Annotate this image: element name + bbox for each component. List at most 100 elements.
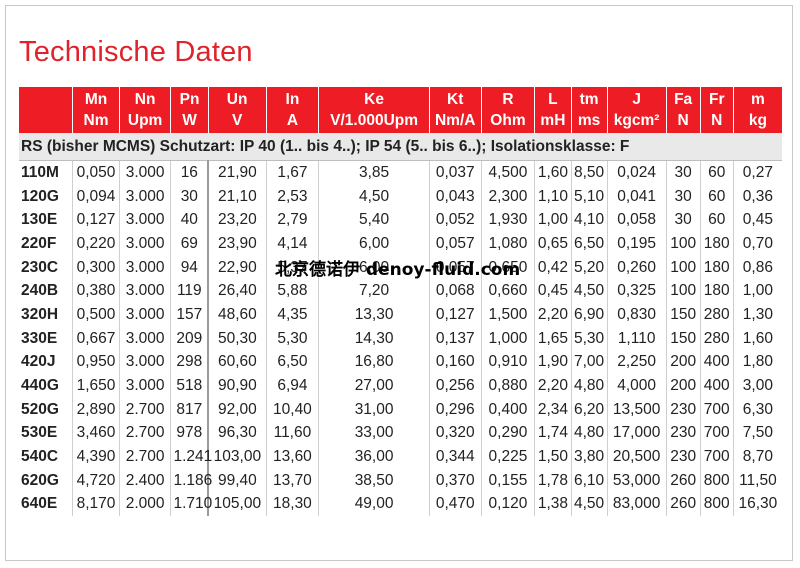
table-cell: 1,080	[480, 232, 535, 256]
table-cell: 21,90	[207, 160, 267, 185]
table-cell: 150	[665, 303, 701, 327]
table-cell: 6,94	[265, 374, 319, 398]
table-cell: 1.186	[170, 468, 212, 493]
table-cell: 0,050	[72, 160, 120, 185]
model-cell: 530E	[21, 424, 58, 442]
table-cell: 10,40	[265, 397, 319, 422]
table-cell: 230	[665, 445, 701, 469]
table-cell: 180	[699, 232, 734, 256]
table-cell: 20,500	[606, 445, 667, 469]
table-cell: 1,90	[534, 350, 571, 375]
table-cell: 0,950	[72, 350, 120, 375]
table-cell: 0,325	[606, 279, 667, 304]
model-cell: 230C	[21, 258, 59, 276]
column-header: Ke V/1.000Upm	[318, 87, 430, 133]
table-cell: 30	[170, 184, 209, 209]
table-cell: 4,50	[318, 184, 430, 209]
table-cell: 6,50	[265, 350, 319, 375]
table-cell: 105,00	[207, 492, 267, 517]
table-cell: 60	[699, 208, 734, 233]
table-header-row: Mn Nm Nn Upm Pn W Un V In A Ke V/1.000Upm Kt Nm/A R Ohm…	[19, 87, 782, 133]
table-cell: 0,500	[72, 303, 120, 327]
table-cell: 0,043	[428, 184, 482, 209]
table-cell: 4,14	[265, 232, 319, 256]
table-cell: 0,830	[606, 303, 667, 327]
table-cell: 53,000	[606, 468, 667, 493]
table-cell: 0,36	[732, 184, 782, 209]
table-row: 240B 0,380 3.000 119 26,40 5,88 7,20 0,068 0,660…	[19, 279, 782, 304]
table-cell: 0,137	[428, 326, 482, 351]
table-cell: 2.000	[118, 492, 171, 517]
table-row: 420J 0,950 3.000 298 60,60 6,50 16,80 0,160 0,91…	[19, 350, 782, 375]
table-cell: 3.000	[118, 326, 171, 351]
column-header: Pn W	[170, 87, 209, 133]
table-cell: 30	[665, 208, 701, 233]
column-header: tm ms	[570, 87, 608, 133]
table-cell: 3.000	[118, 208, 171, 233]
model-cell: 240B	[21, 282, 59, 300]
table-cell: 280	[699, 303, 734, 327]
column-name: Mn	[84, 91, 108, 108]
table-cell: 0,45	[732, 208, 782, 233]
table-cell: 260	[665, 468, 701, 493]
table-cell: 800	[699, 468, 734, 493]
table-cell: 1,00	[534, 208, 571, 233]
table-row: 320H 0,500 3.000 157 48,60 4,35 13,30 0,127 1,50…	[19, 303, 782, 327]
table-cell: 2,20	[534, 374, 571, 398]
table-cell: 30	[665, 184, 701, 209]
column-unit: Upm	[127, 112, 163, 129]
table-cell: 100	[665, 279, 701, 304]
table-cell: 6,90	[570, 303, 608, 327]
table-cell: 13,30	[318, 303, 430, 327]
table-cell: 13,500	[606, 397, 667, 422]
column-unit: V	[231, 112, 243, 129]
column-name: In	[285, 91, 300, 108]
table-cell: 23,20	[207, 208, 267, 233]
column-unit: kgcm²	[613, 112, 660, 129]
table-cell: 0,470	[428, 492, 482, 517]
column-unit: ms	[577, 112, 601, 129]
model-cell: 540C	[21, 448, 59, 466]
table-cell: 6,00	[318, 232, 430, 256]
table-cell: 0,65	[534, 232, 571, 256]
table-cell: 1,00	[732, 279, 782, 304]
model-cell: 620G	[21, 471, 59, 489]
model-cell: 440G	[21, 377, 59, 395]
column-name: Ke	[364, 91, 384, 108]
table-row: 130E 0,127 3.000 40 23,20 2,79 5,40 0,052 1,930 1…	[19, 208, 782, 233]
table-cell: 30	[665, 160, 701, 185]
column-header: Nn Upm	[118, 87, 171, 133]
table-cell: 180	[699, 255, 734, 280]
table-cell: 0,058	[606, 208, 667, 233]
table-cell: 22,90	[207, 255, 267, 280]
table-row: 220F 0,220 3.000 69 23,90 4,14 6,00 0,057 1,080 0…	[19, 232, 782, 256]
table-cell: 4,50	[570, 492, 608, 517]
table-cell: 4,50	[570, 279, 608, 304]
table-cell: 50,30	[207, 326, 267, 351]
table-cell: 1,74	[534, 421, 571, 446]
table-cell: 0,225	[480, 445, 535, 469]
table-cell: 298	[170, 350, 209, 375]
table-cell: 16,80	[318, 350, 430, 375]
table-cell: 2.700	[118, 397, 171, 422]
column-header: Fr N	[699, 87, 734, 133]
model-cell: 330E	[21, 329, 58, 347]
table-cell: 5,10	[570, 184, 608, 209]
table-cell: 1,650	[72, 374, 120, 398]
table-cell: 3.000	[118, 279, 171, 304]
table-cell: 48,60	[207, 303, 267, 327]
table-cell: 4,500	[480, 160, 535, 185]
table-cell: 38,50	[318, 468, 430, 493]
table-cell: 3,85	[318, 160, 430, 185]
table-cell: 3,00	[732, 374, 782, 398]
column-name: L	[548, 91, 558, 108]
table-cell: 3.000	[118, 160, 171, 185]
model-cell: 420J	[21, 353, 56, 371]
table-cell: 0,220	[72, 232, 120, 256]
group-description: Schutzart: IP 40 (1.. bis 4..); IP 54 (5…	[155, 137, 630, 155]
watermark-text: 北京德诺伊 denoy-fluid.com	[275, 260, 521, 280]
table-cell: 230	[665, 421, 701, 446]
table-row: 120G 0,094 3.000 30 21,10 2,53 4,50 0,043 2,300 1…	[19, 184, 782, 209]
table-cell: 1,10	[534, 184, 571, 209]
column-unit: mH	[540, 112, 566, 129]
